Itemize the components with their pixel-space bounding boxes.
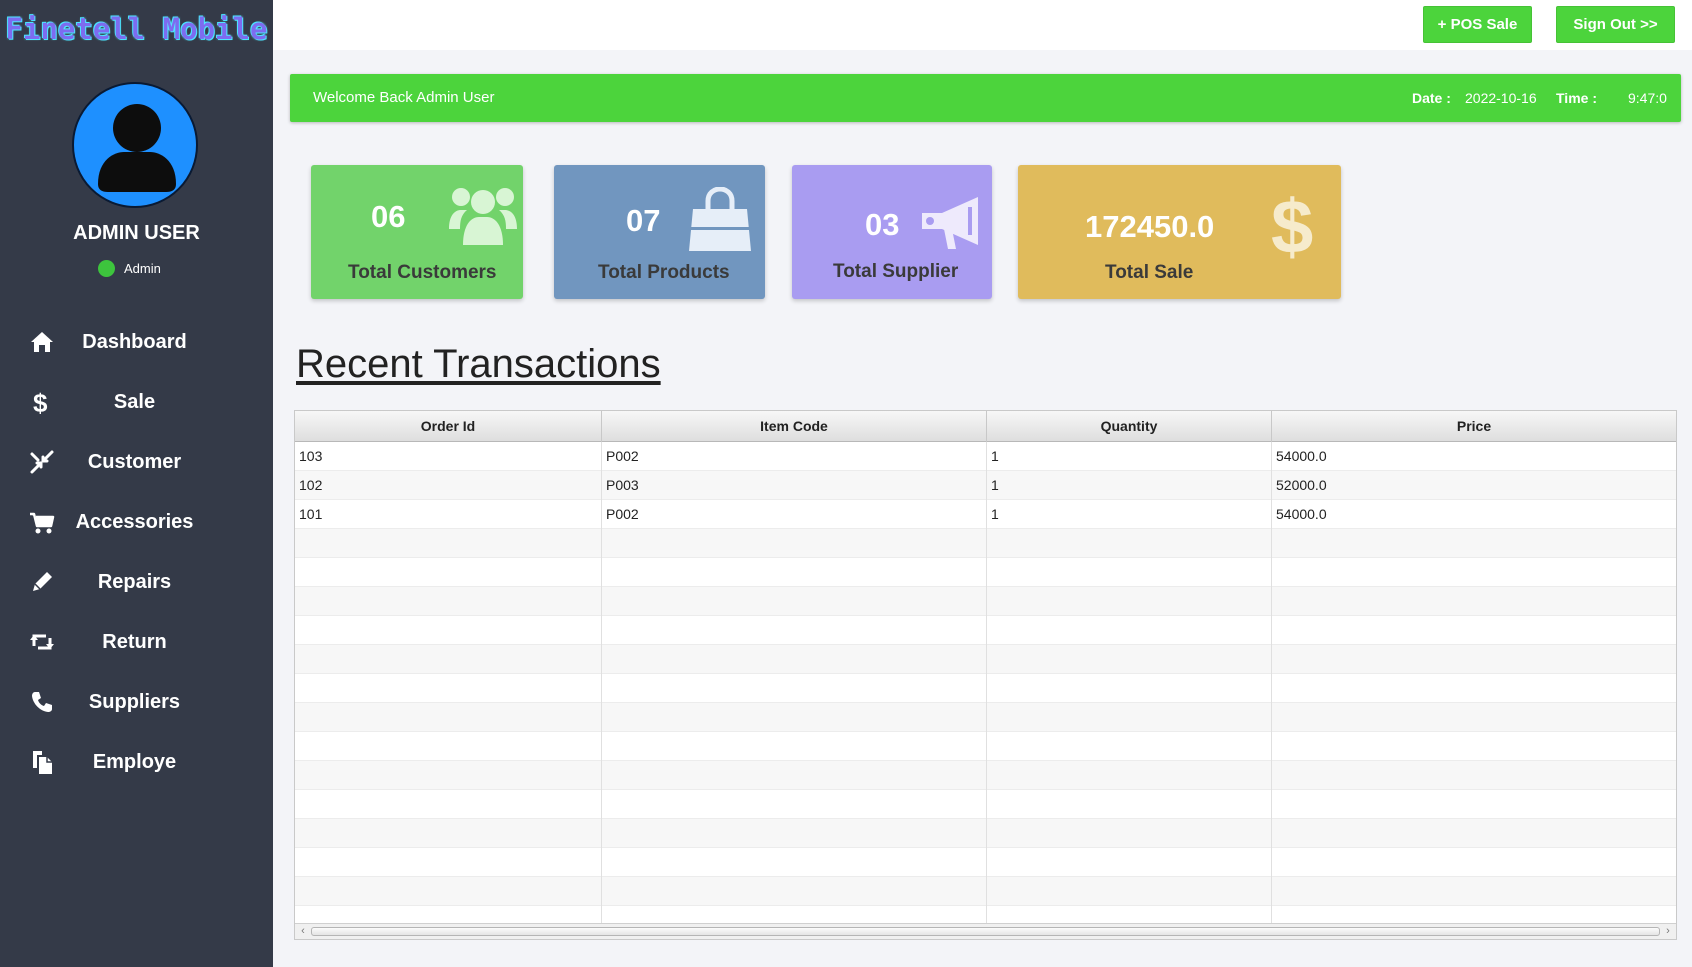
cell-price: 52000.0 — [1276, 477, 1327, 493]
sidebar-item-repairs[interactable]: Repairs — [0, 552, 273, 612]
sidebar-nav: Dashboard $ Sale Customer Accessories Re… — [0, 312, 273, 792]
empty-row — [295, 732, 1676, 761]
table-row[interactable]: 101 P002 1 54000.0 — [295, 500, 1676, 529]
user-avatar — [72, 82, 198, 208]
dollar-icon: $ — [1271, 187, 1313, 263]
stat-card-customers[interactable]: 06 Total Customers — [311, 165, 523, 299]
arrows-icon — [30, 450, 54, 474]
copy-icon — [33, 751, 52, 774]
retweet-icon — [30, 634, 54, 650]
users-icon — [449, 188, 517, 245]
empty-row — [295, 558, 1676, 587]
sidebar-item-label: Suppliers — [88, 691, 181, 713]
stat-label: Total Customers — [348, 262, 497, 283]
welcome-text: Welcome Back Admin User — [313, 89, 495, 106]
sidebar-item-label: Employe — [92, 751, 177, 773]
stat-value: 07 — [626, 203, 661, 238]
cell-order-id: 102 — [295, 471, 602, 500]
cell-quantity: 1 — [987, 500, 1272, 529]
home-icon — [31, 332, 53, 352]
cell-price: 54000.0 — [1276, 448, 1327, 464]
empty-row — [295, 848, 1676, 877]
empty-row — [295, 529, 1676, 558]
scroll-left-icon[interactable]: ‹ — [296, 924, 310, 939]
column-header-quantity[interactable]: Quantity — [987, 411, 1272, 442]
sidebar-item-label: Return — [102, 631, 167, 653]
empty-row — [295, 790, 1676, 819]
stat-value: 06 — [371, 199, 406, 234]
sidebar: Finetell Mobile ADMIN USER Admin Dashboa… — [0, 0, 273, 967]
stat-card-suppliers[interactable]: 03 Total Supplier — [792, 165, 992, 299]
brand-logo: Finetell Mobile — [5, 12, 268, 46]
empty-row — [295, 877, 1676, 906]
column-header-price[interactable]: Price — [1272, 411, 1676, 442]
empty-row — [295, 674, 1676, 703]
stat-label: Total Supplier — [833, 261, 959, 282]
pos-sale-button[interactable]: + POS Sale — [1423, 6, 1532, 43]
transactions-table: Order Id Item Code Quantity Price 103 P0… — [294, 410, 1677, 940]
time-value: 9:47:0 — [1628, 90, 1667, 106]
table-row[interactable]: 103 P002 1 54000.0 — [295, 442, 1676, 471]
scrollbar-thumb[interactable] — [311, 927, 1660, 936]
phone-icon — [32, 692, 52, 712]
sidebar-item-dashboard[interactable]: Dashboard — [0, 312, 273, 372]
sidebar-item-sale[interactable]: $ Sale — [0, 372, 273, 432]
megaphone-icon — [922, 197, 978, 249]
horizontal-scrollbar[interactable]: ‹ › — [295, 923, 1676, 939]
svg-text:$: $ — [33, 388, 48, 416]
stat-label: Total Sale — [1105, 262, 1194, 283]
stat-value: 172450.0 — [1085, 209, 1215, 244]
sidebar-item-return[interactable]: Return — [0, 612, 273, 672]
user-role: Admin — [98, 258, 161, 278]
cell-item-code: P003 — [602, 471, 987, 500]
sidebar-item-label: Accessories — [75, 511, 194, 533]
table-header: Order Id Item Code Quantity Price — [295, 411, 1676, 442]
user-icon — [98, 104, 176, 192]
empty-row — [295, 645, 1676, 674]
sidebar-item-accessories[interactable]: Accessories — [0, 492, 273, 552]
user-role-label: Admin — [124, 260, 161, 276]
empty-row — [295, 819, 1676, 848]
empty-row — [295, 703, 1676, 732]
sidebar-item-suppliers[interactable]: Suppliers — [0, 672, 273, 732]
empty-row — [295, 616, 1676, 645]
column-header-order-id[interactable]: Order Id — [295, 411, 602, 442]
sidebar-item-customer[interactable]: Customer — [0, 432, 273, 492]
time-label: Time : — [1556, 90, 1597, 106]
dollar-icon: $ — [33, 388, 48, 416]
section-title: Recent Transactions — [296, 342, 661, 386]
date-value: 2022-10-16 — [1465, 90, 1537, 106]
user-name: ADMIN USER — [73, 222, 200, 244]
sidebar-item-employe[interactable]: Employe — [0, 732, 273, 792]
cell-item-code: P002 — [602, 442, 987, 471]
cell-quantity: 1 — [987, 442, 1272, 471]
empty-row — [295, 761, 1676, 790]
sidebar-item-label: Repairs — [97, 571, 172, 593]
stat-label: Total Products — [598, 262, 730, 283]
stat-value: 03 — [865, 207, 900, 242]
date-label: Date : — [1412, 90, 1451, 106]
svg-text:$: $ — [1271, 187, 1313, 263]
cell-item-code: P002 — [602, 500, 987, 529]
empty-row — [295, 587, 1676, 616]
top-bar: + POS Sale Sign Out >> — [273, 0, 1692, 50]
cell-quantity: 1 — [987, 471, 1272, 500]
sidebar-item-label: Sale — [113, 391, 156, 413]
sidebar-item-label: Dashboard — [82, 331, 187, 353]
shopping-bag-icon — [689, 187, 751, 251]
table-row[interactable]: 102 P003 1 52000.0 — [295, 471, 1676, 500]
sign-out-button[interactable]: Sign Out >> — [1556, 6, 1675, 43]
cell-order-id: 101 — [295, 500, 602, 529]
cell-price: 54000.0 — [1276, 506, 1327, 522]
sidebar-item-label: Customer — [87, 451, 182, 473]
scroll-right-icon[interactable]: › — [1661, 924, 1675, 939]
stat-card-products[interactable]: 07 Total Products — [554, 165, 765, 299]
online-status-icon — [98, 259, 115, 277]
stat-card-sales[interactable]: 172450.0 Total Sale $ — [1018, 165, 1341, 299]
pencil-icon — [33, 572, 52, 591]
column-header-item-code[interactable]: Item Code — [602, 411, 987, 442]
welcome-banner: Welcome Back Admin User Date : 2022-10-1… — [290, 74, 1681, 122]
cell-order-id: 103 — [295, 442, 602, 471]
cart-icon — [30, 512, 55, 534]
